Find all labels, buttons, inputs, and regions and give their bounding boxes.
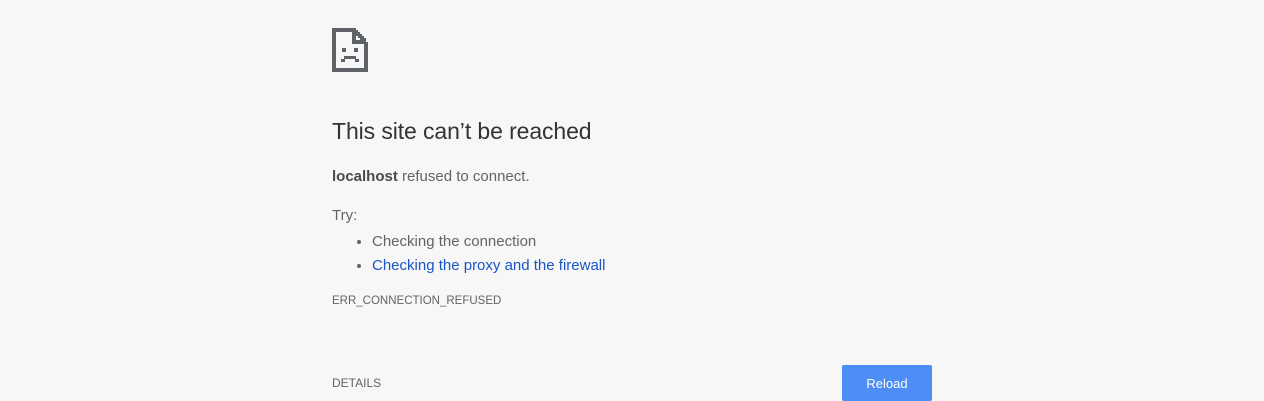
summary-message: refused to connect. — [397, 168, 530, 185]
suggestions-list: Checking the connection Checking the pro… — [332, 230, 605, 278]
details-button[interactable]: DETAILS — [332, 376, 381, 390]
error-page: This site can’t be reached localhost ref… — [332, 0, 932, 401]
suggestion-item: Checking the connection — [372, 230, 605, 254]
suggestion-item: Checking the proxy and the firewall — [372, 254, 605, 278]
sad-document-icon — [332, 28, 368, 72]
reload-button[interactable]: Reload — [842, 365, 932, 401]
suggestion-check-connection: Checking the connection — [372, 233, 537, 250]
error-code: ERR_CONNECTION_REFUSED — [332, 295, 502, 307]
error-summary: localhost refused to connect. — [332, 168, 530, 185]
page-title: This site can’t be reached — [332, 118, 592, 144]
try-label: Try: — [332, 207, 358, 224]
suggestion-check-proxy-link[interactable]: Checking the proxy and the firewall — [372, 257, 605, 274]
host-name: localhost — [332, 168, 398, 185]
